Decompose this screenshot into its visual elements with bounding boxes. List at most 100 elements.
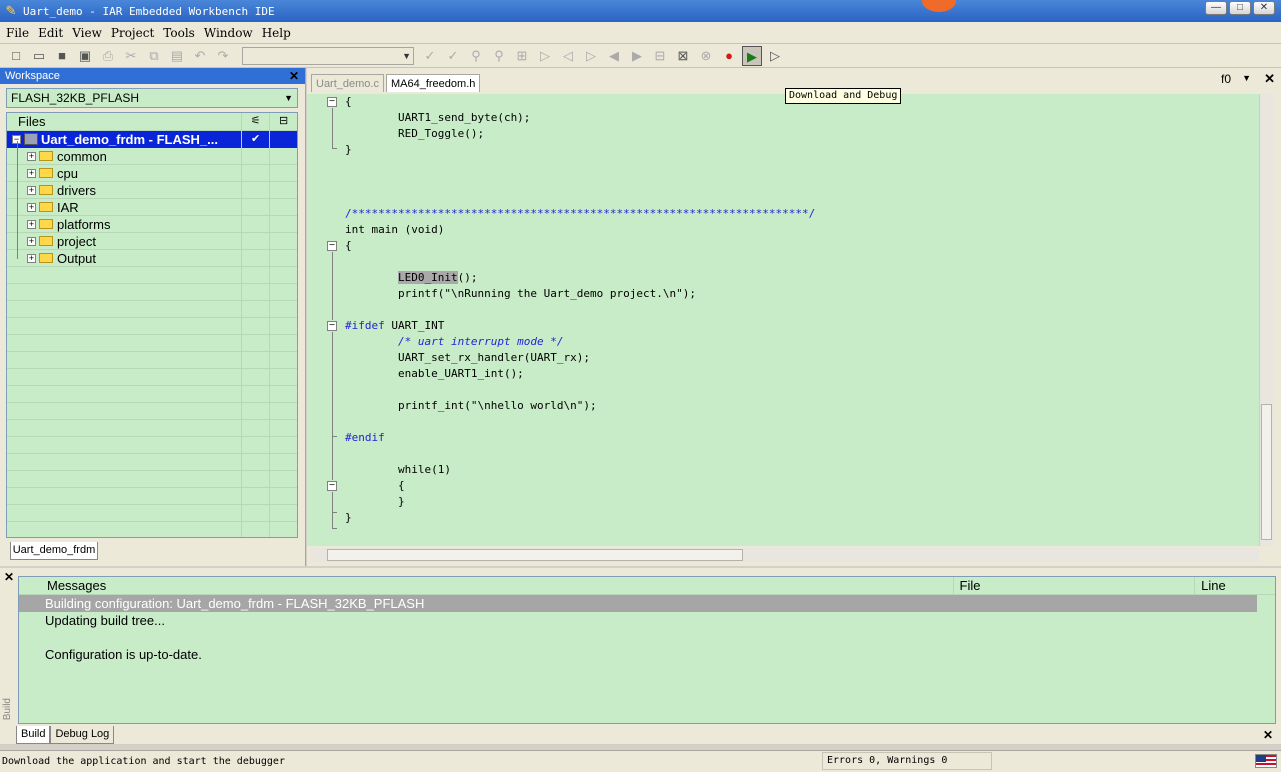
configuration-select[interactable]: FLASH_32KB_PFLASH ▼ [6, 88, 298, 108]
code-line[interactable]: printf_int("\nhello world\n"); [345, 398, 597, 414]
code-line[interactable]: { [345, 478, 405, 494]
tab-ma64-freedom[interactable]: MA64_freedom.h [385, 74, 481, 92]
menu-window[interactable]: Window [202, 26, 260, 40]
code-line[interactable]: while(1) [345, 462, 451, 478]
goto-icon[interactable]: ⊞ [512, 46, 532, 66]
code-line[interactable]: } [345, 494, 405, 510]
tree-folder-row[interactable]: + platforms [7, 215, 297, 233]
breakpoint-icon[interactable]: ● [719, 46, 739, 66]
copy-icon[interactable]: ⧉ [144, 46, 164, 66]
scrollbar-thumb[interactable] [327, 549, 743, 561]
save-icon[interactable]: ■ [52, 46, 72, 66]
code-line[interactable]: LED0_Init(); [345, 270, 477, 286]
column-options-icon[interactable]: ⚟ [242, 113, 271, 130]
close-icon[interactable]: ✕ [4, 570, 14, 584]
code-line[interactable]: /***************************************… [345, 206, 815, 222]
bookmark-next-icon[interactable]: ▷ [581, 46, 601, 66]
code-line[interactable]: RED_Toggle(); [345, 126, 484, 142]
tree-folder-row[interactable]: + drivers [7, 181, 297, 199]
message-row[interactable]: Configuration is up-to-date. [19, 646, 1275, 663]
expand-icon[interactable]: + [27, 151, 36, 161]
close-icon[interactable]: ✕ [1264, 71, 1275, 87]
fold-collapse-icon[interactable]: − [327, 97, 337, 107]
cut-icon[interactable]: ✂ [121, 46, 141, 66]
editor-horizontal-scrollbar[interactable] [311, 548, 1259, 562]
tab-build[interactable]: Build [16, 726, 51, 744]
save-all-icon[interactable]: ▣ [75, 46, 95, 66]
menu-tools[interactable]: Tools [161, 26, 202, 40]
stop-build-icon[interactable]: ⊗ [696, 46, 716, 66]
tree-folder-row[interactable]: + cpu [7, 164, 297, 182]
undo-icon[interactable]: ↶ [190, 46, 210, 66]
maximize-button[interactable]: □ [1229, 1, 1251, 15]
compile-icon[interactable]: ⊟ [650, 46, 670, 66]
scrollbar-thumb[interactable] [1261, 404, 1272, 540]
tree-project-row[interactable]: − Uart_demo_frdm - FLASH_... ✔ [7, 130, 297, 148]
menu-help[interactable]: Help [260, 26, 298, 40]
navigate-forward-icon[interactable]: ▶ [627, 46, 647, 66]
code-line[interactable]: { [345, 238, 352, 254]
menu-edit[interactable]: Edit [36, 26, 70, 40]
code-line[interactable]: UART_set_rx_handler(UART_rx); [345, 350, 590, 366]
code-line[interactable]: { [345, 94, 352, 110]
navigate-back-icon[interactable]: ◀ [604, 46, 624, 66]
language-flag-icon[interactable] [1255, 754, 1277, 768]
find-next-icon[interactable]: ✓ [420, 46, 440, 66]
bookmark-toggle-icon[interactable]: ▷ [535, 46, 555, 66]
make-icon[interactable]: ⊠ [673, 46, 693, 66]
tab-uart-demo[interactable]: Uart_demo.c [311, 74, 384, 92]
message-row[interactable]: Building configuration: Uart_demo_frdm -… [19, 595, 1257, 612]
debug-without-download-icon[interactable]: ▷ [765, 46, 785, 66]
download-debug-icon[interactable]: ▶ [742, 45, 762, 66]
expand-icon[interactable]: + [27, 253, 36, 263]
editor-vertical-scrollbar[interactable] [1259, 94, 1273, 546]
fold-collapse-icon[interactable]: − [327, 481, 337, 491]
code-line[interactable]: #ifdef UART_INT [345, 318, 444, 334]
print-icon[interactable]: ⎙ [98, 46, 118, 66]
message-row[interactable]: Updating build tree... [19, 612, 1275, 629]
code-line[interactable]: enable_UART1_int(); [345, 366, 524, 382]
find-icon[interactable]: ⚲ [466, 46, 486, 66]
find-prev-icon[interactable]: ✓ [443, 46, 463, 66]
code-line[interactable]: printf("\nRunning the Uart_demo project.… [345, 286, 696, 302]
menu-project[interactable]: Project [109, 26, 161, 40]
column-file[interactable]: File [954, 577, 1196, 594]
code-editor[interactable]: − − − − { UART1_send_byte(ch); RED_Toggl… [307, 94, 1259, 546]
close-window-button[interactable]: ✕ [1253, 1, 1275, 15]
code-line[interactable]: /* uart interrupt mode */ [345, 334, 564, 350]
close-icon[interactable]: ✕ [289, 68, 299, 84]
expand-icon[interactable]: + [27, 202, 36, 212]
code-line[interactable]: #endif [345, 430, 385, 446]
code-line[interactable]: UART1_send_byte(ch); [345, 110, 530, 126]
expand-icon[interactable]: + [27, 168, 36, 178]
paste-icon[interactable]: ▤ [167, 46, 187, 66]
fold-collapse-icon[interactable]: − [327, 241, 337, 251]
bookmark-prev-icon[interactable]: ◁ [558, 46, 578, 66]
workspace-tab[interactable]: Uart_demo_frdm [10, 542, 98, 560]
tree-folder-row[interactable]: + Output [7, 249, 297, 267]
code-line[interactable]: } [345, 510, 352, 526]
find-combo[interactable]: ▼ [242, 46, 414, 65]
tree-folder-row[interactable]: + common [7, 147, 297, 165]
code-line[interactable]: int main (void) [345, 222, 444, 238]
tab-debug-log[interactable]: Debug Log [50, 726, 115, 744]
redo-icon[interactable]: ↷ [213, 46, 233, 66]
new-file-icon[interactable]: □ [6, 46, 26, 66]
expand-icon[interactable]: + [27, 185, 36, 195]
replace-icon[interactable]: ⚲ [489, 46, 509, 66]
menu-view[interactable]: View [70, 26, 109, 40]
column-messages[interactable]: Messages [19, 577, 954, 594]
column-config-icon[interactable]: ⊟ [270, 113, 297, 130]
fold-collapse-icon[interactable]: − [327, 321, 337, 331]
minimize-button[interactable]: — [1205, 1, 1227, 15]
open-folder-icon[interactable]: ▭ [29, 46, 49, 66]
expand-icon[interactable]: + [27, 219, 36, 229]
expand-icon[interactable]: + [27, 236, 36, 246]
tree-folder-row[interactable]: + IAR [7, 198, 297, 216]
column-line[interactable]: Line [1195, 577, 1275, 594]
function-indicator[interactable]: f0 [1221, 72, 1231, 86]
code-line[interactable]: } [345, 142, 352, 158]
close-icon[interactable]: ✕ [1263, 728, 1273, 742]
chevron-down-icon[interactable]: ▼ [1242, 73, 1251, 83]
tree-folder-row[interactable]: + project [7, 232, 297, 250]
